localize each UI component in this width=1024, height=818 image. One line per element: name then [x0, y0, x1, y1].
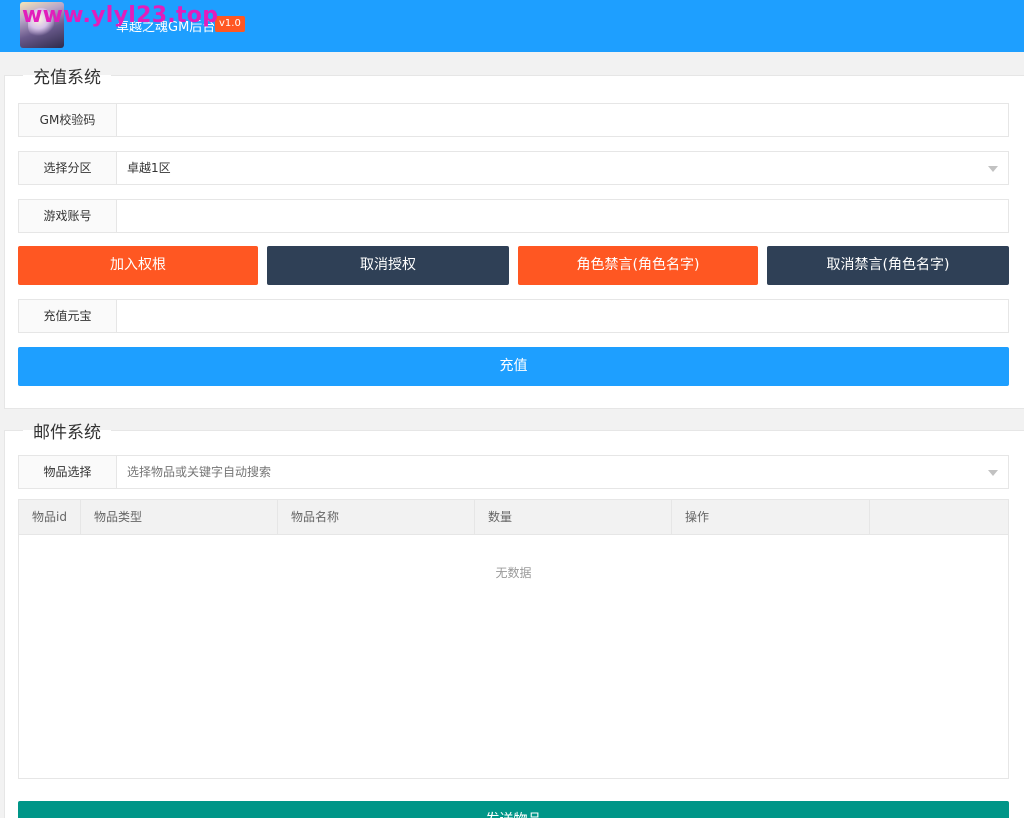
- recharge-button[interactable]: 充值: [18, 347, 1009, 386]
- server-row: 选择分区 卓越1区: [18, 151, 1009, 185]
- chevron-down-icon[interactable]: [988, 470, 998, 476]
- version-badge: v1.0: [215, 16, 245, 32]
- col-item-name: 物品名称: [278, 500, 475, 534]
- yuanbao-input[interactable]: [117, 300, 1008, 332]
- items-table: 物品id 物品类型 物品名称 数量 操作 无数据: [18, 499, 1009, 779]
- recharge-legend: 充值系统: [33, 68, 101, 88]
- mail-legend: 邮件系统: [33, 423, 101, 443]
- unban-role-button[interactable]: 取消禁言(角色名字): [767, 246, 1009, 285]
- account-input[interactable]: [117, 200, 1008, 232]
- item-select[interactable]: 选择物品或关键字自动搜索: [117, 456, 1008, 488]
- col-item-id: 物品id: [19, 500, 81, 534]
- col-actions: 操作: [672, 500, 870, 534]
- col-item-type: 物品类型: [81, 500, 278, 534]
- gm-code-input[interactable]: [117, 104, 1008, 136]
- add-permission-button[interactable]: 加入权根: [18, 246, 258, 285]
- yuanbao-label: 充值元宝: [19, 300, 117, 332]
- watermark-text: www.ylyl23.top: [22, 3, 219, 28]
- send-items-button[interactable]: 发送物品: [18, 801, 1009, 818]
- col-quantity: 数量: [475, 500, 672, 534]
- top-header: 卓越之魂GM后台 v1.0 www.ylyl23.top: [0, 0, 1024, 52]
- server-select[interactable]: 卓越1区: [117, 152, 1008, 184]
- account-row: 游戏账号: [18, 199, 1009, 233]
- server-label: 选择分区: [19, 152, 117, 184]
- ban-role-button[interactable]: 角色禁言(角色名字): [518, 246, 758, 285]
- table-header: 物品id 物品类型 物品名称 数量 操作: [19, 500, 1008, 535]
- revoke-permission-button[interactable]: 取消授权: [267, 246, 509, 285]
- gm-code-label: GM校验码: [19, 104, 117, 136]
- account-label: 游戏账号: [19, 200, 117, 232]
- item-select-label: 物品选择: [19, 456, 117, 488]
- chevron-down-icon[interactable]: [988, 166, 998, 172]
- yuanbao-row: 充值元宝: [18, 299, 1009, 333]
- gm-code-row: GM校验码: [18, 103, 1009, 137]
- empty-state: 无数据: [495, 566, 532, 580]
- item-select-row: 物品选择 选择物品或关键字自动搜索: [18, 455, 1009, 489]
